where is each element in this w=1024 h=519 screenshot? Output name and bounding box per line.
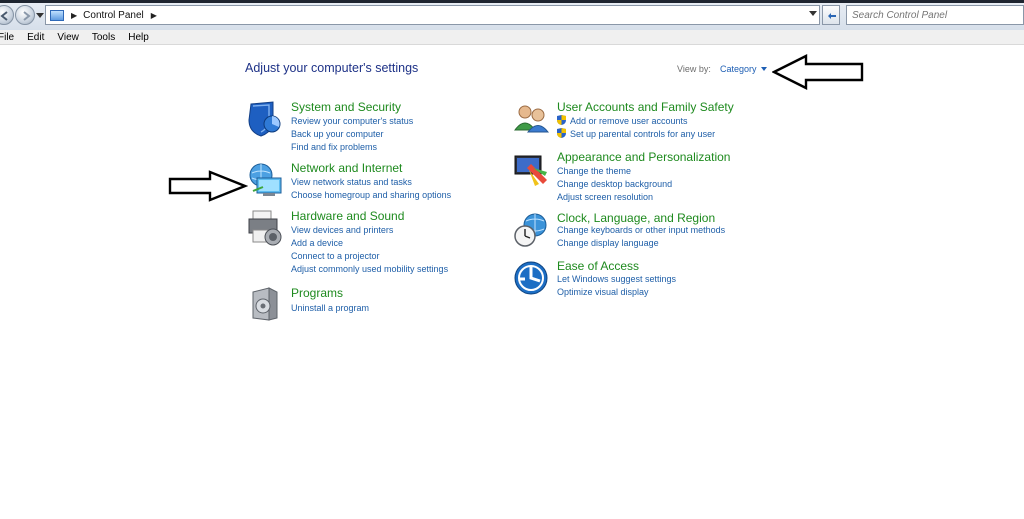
annotation-arrow-left-icon <box>772 54 864 90</box>
category-clock-language: Clock, Language, and Region Change keybo… <box>513 211 743 253</box>
shield-icon[interactable] <box>247 100 285 138</box>
link-add-remove-users[interactable]: Add or remove user accounts <box>570 116 688 126</box>
view-by-label: View by: <box>677 64 711 74</box>
recent-pages-dropdown-icon[interactable] <box>36 11 44 19</box>
users-icon[interactable] <box>513 100 551 138</box>
category-system-security: System and Security Review your computer… <box>247 100 477 156</box>
category-appearance: Appearance and Personalization Change th… <box>513 150 743 206</box>
link-suggest-settings[interactable]: Let Windows suggest settings <box>557 274 676 284</box>
link-find-fix[interactable]: Find and fix problems <box>291 142 377 152</box>
refresh-icon <box>828 13 836 19</box>
menu-file[interactable]: File <box>0 32 14 43</box>
category-title[interactable]: User Accounts and Family Safety <box>557 100 734 114</box>
menu-edit[interactable]: Edit <box>27 32 44 43</box>
category-user-accounts: User Accounts and Family Safety Add or r… <box>513 100 743 142</box>
category-title[interactable]: Network and Internet <box>291 161 402 175</box>
link-uninstall[interactable]: Uninstall a program <box>291 303 369 313</box>
link-mobility[interactable]: Adjust commonly used mobility settings <box>291 264 448 274</box>
printer-icon[interactable] <box>247 209 285 247</box>
link-back-up[interactable]: Back up your computer <box>291 129 384 139</box>
category-network-internet: Network and Internet View network status… <box>247 161 477 203</box>
programs-box-icon[interactable] <box>247 286 285 324</box>
page-title: Adjust your computer's settings <box>245 61 419 75</box>
category-hardware-sound: Hardware and Sound View devices and prin… <box>247 209 477 279</box>
uac-shield-icon <box>557 128 566 138</box>
breadcrumb-control-panel[interactable]: Control Panel <box>83 10 144 21</box>
link-desktop-background[interactable]: Change desktop background <box>557 179 672 189</box>
link-parental-controls[interactable]: Set up parental controls for any user <box>570 129 715 139</box>
uac-shield-icon <box>557 115 566 125</box>
link-review-status[interactable]: Review your computer's status <box>291 116 413 126</box>
control-panel-icon <box>50 9 64 21</box>
category-title[interactable]: System and Security <box>291 100 401 114</box>
category-title[interactable]: Programs <box>291 286 343 300</box>
view-by-chevron-down-icon[interactable] <box>761 67 767 71</box>
category-programs: Programs Uninstall a program <box>247 286 477 321</box>
category-title[interactable]: Hardware and Sound <box>291 209 404 223</box>
menu-tools[interactable]: Tools <box>92 32 115 43</box>
title-strip <box>0 0 1024 3</box>
link-add-device[interactable]: Add a device <box>291 238 343 248</box>
search-input[interactable] <box>847 9 1023 21</box>
address-dropdown-icon[interactable] <box>809 11 817 16</box>
back-button[interactable] <box>0 5 14 25</box>
refresh-button[interactable] <box>822 5 840 25</box>
clock-globe-icon[interactable] <box>513 211 551 249</box>
category-ease-of-access: Ease of Access Let Windows suggest setti… <box>513 259 743 301</box>
link-homegroup[interactable]: Choose homegroup and sharing options <box>291 190 451 200</box>
link-keyboards[interactable]: Change keyboards or other input methods <box>557 225 725 235</box>
link-change-theme[interactable]: Change the theme <box>557 166 631 176</box>
menu-view[interactable]: View <box>57 32 79 43</box>
back-arrow-icon <box>0 11 8 21</box>
address-bar[interactable]: ▶ Control Panel ▶ <box>45 5 820 25</box>
appearance-monitor-icon[interactable] <box>513 150 551 188</box>
forward-arrow-icon <box>23 11 31 21</box>
link-screen-resolution[interactable]: Adjust screen resolution <box>557 192 653 202</box>
category-title[interactable]: Ease of Access <box>557 259 639 273</box>
link-devices-printers[interactable]: View devices and printers <box>291 225 393 235</box>
forward-button[interactable] <box>15 5 35 25</box>
view-by-dropdown[interactable]: Category <box>720 64 757 74</box>
breadcrumb-separator-icon[interactable]: ▶ <box>151 11 157 20</box>
menu-help[interactable]: Help <box>128 32 149 43</box>
network-globe-icon[interactable] <box>247 161 285 199</box>
ease-of-access-icon[interactable] <box>513 259 551 297</box>
annotation-arrow-right-icon <box>168 170 248 202</box>
category-title[interactable]: Appearance and Personalization <box>557 150 730 164</box>
link-projector[interactable]: Connect to a projector <box>291 251 380 261</box>
search-box[interactable] <box>846 5 1024 25</box>
breadcrumb-separator-icon[interactable]: ▶ <box>71 11 77 20</box>
category-title[interactable]: Clock, Language, and Region <box>557 211 715 225</box>
link-display-language[interactable]: Change display language <box>557 238 659 248</box>
link-network-status[interactable]: View network status and tasks <box>291 177 412 187</box>
menu-bar: File Edit View Tools Help <box>0 30 1024 45</box>
navigation-bar: ▶ Control Panel ▶ <box>0 0 1024 30</box>
link-visual-display[interactable]: Optimize visual display <box>557 287 649 297</box>
